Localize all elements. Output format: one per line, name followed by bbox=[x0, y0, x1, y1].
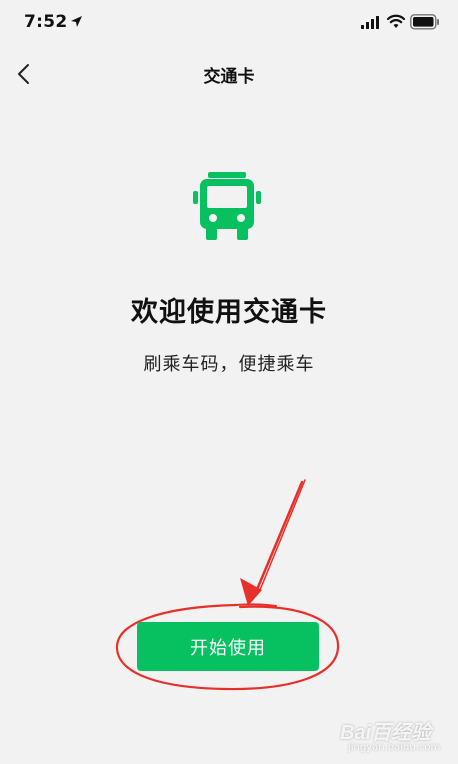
signal-icon bbox=[361, 16, 379, 29]
watermark-text: Bai百经验 bbox=[340, 722, 432, 744]
battery-icon bbox=[410, 14, 439, 30]
watermark-subtext: jingyan.baidu.com bbox=[348, 742, 441, 753]
wifi-icon bbox=[387, 14, 405, 28]
welcome-subtitle: 刷乘车码，便捷乘车 bbox=[143, 354, 315, 375]
welcome-title: 欢迎使用交通卡 bbox=[131, 297, 327, 328]
status-time: 7:52 bbox=[24, 12, 68, 32]
location-arrow-icon bbox=[71, 16, 82, 27]
bus-icon bbox=[193, 172, 261, 240]
baidu-watermark: Bai百经验 jingyan.baidu.com bbox=[340, 712, 450, 758]
status-bar: 7:52 bbox=[0, 0, 458, 46]
page-title: 交通卡 bbox=[203, 67, 255, 87]
annotation-arrow bbox=[240, 479, 306, 606]
start-button[interactable]: 开始使用 bbox=[137, 622, 319, 671]
nav-bar: 交通卡 bbox=[0, 46, 458, 100]
